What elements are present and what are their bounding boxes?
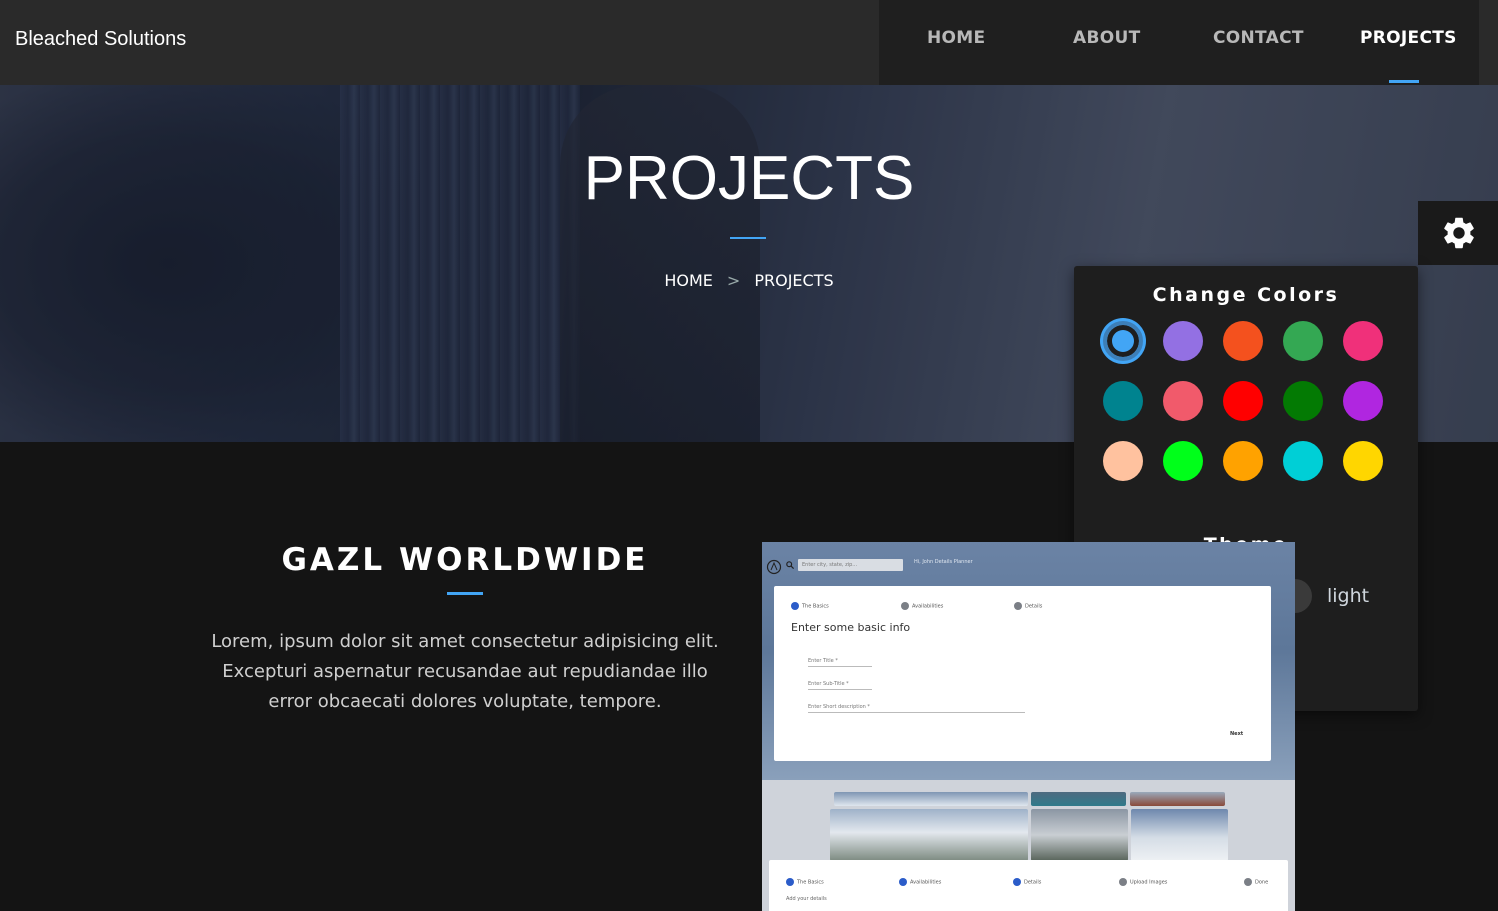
screenshot-step: Details (1014, 602, 1042, 610)
search-icon (786, 561, 794, 569)
color-swatch-purple[interactable] (1163, 321, 1203, 361)
screenshot-search-input: Enter city, state, zip... (798, 559, 903, 571)
screenshot-step: Availabilities (899, 878, 941, 886)
mountain-thumbnail (834, 792, 1028, 806)
color-swatch-orange[interactable] (1223, 441, 1263, 481)
color-swatch-dark-green[interactable] (1283, 381, 1323, 421)
logo-icon (766, 559, 782, 575)
change-colors-title: Change Colors (1152, 284, 1340, 306)
screenshot-form-card: The Basics Availabilities Details Enter … (774, 586, 1271, 761)
project-title-underline (447, 592, 483, 595)
screenshot-form-heading: Enter some basic info (791, 621, 911, 634)
project-screenshot[interactable]: Enter city, state, zip... Hi, John Detai… (762, 542, 1295, 911)
light-theme-label: light (1327, 585, 1370, 607)
project-description: Lorem, ipsum dolor sit amet consectetur … (211, 631, 719, 712)
nav-item-about[interactable]: ABOUT (1073, 28, 1140, 48)
active-nav-indicator (1389, 80, 1419, 83)
screenshot-step: The Basics (786, 878, 824, 886)
color-swatch-lime[interactable] (1163, 441, 1203, 481)
breadcrumb-separator: > (726, 271, 741, 290)
top-navbar: Bleached Solutions HOME ABOUT CONTACT PR… (0, 0, 1498, 85)
color-swatch-teal[interactable] (1103, 381, 1143, 421)
screenshot-field: Enter Sub-Title * (808, 681, 872, 690)
color-swatch-green[interactable] (1283, 321, 1323, 361)
screenshot-next-button: Next (1230, 731, 1244, 737)
color-swatch-cyan[interactable] (1283, 441, 1323, 481)
nav-item-home[interactable]: HOME (927, 28, 985, 48)
snowy-trees-thumbnail (1131, 809, 1228, 861)
color-swatch-light-red[interactable] (1163, 381, 1203, 421)
screenshot-step: The Basics (791, 602, 829, 610)
nav-item-projects[interactable]: PROJECTS (1360, 28, 1457, 48)
settings-toggle-button[interactable] (1418, 201, 1498, 265)
screenshot-field: Enter Title * (808, 658, 872, 667)
color-swatch-peach[interactable] (1103, 441, 1143, 481)
screenshot-header-area: Enter city, state, zip... Hi, John Detai… (762, 542, 1295, 780)
title-underline (730, 237, 766, 239)
project-title: GAZL WORLDWIDE (281, 542, 649, 578)
color-swatch-blue[interactable] (1103, 321, 1143, 361)
ski-slope-thumbnail (1031, 809, 1128, 861)
color-swatch-red[interactable] (1223, 381, 1263, 421)
snowy-peaks-thumbnail (830, 809, 1028, 861)
breadcrumb-projects: PROJECTS (754, 271, 834, 290)
screenshot-step: Details (1013, 878, 1041, 886)
screenshot-field: Enter Short description * (808, 704, 1025, 713)
lake-thumbnail (1031, 792, 1126, 806)
page-title: PROJECTS (583, 144, 915, 213)
main-nav: HOME ABOUT CONTACT PROJECTS (879, 0, 1479, 85)
screenshot-step: Done (1244, 878, 1268, 886)
screenshot-details-label: Add your details (786, 896, 827, 902)
screenshot-user-label: Hi, John Details Planner (914, 559, 973, 565)
color-swatch-yellow[interactable] (1343, 441, 1383, 481)
breadcrumb-home[interactable]: HOME (664, 271, 713, 290)
color-swatch-violet[interactable] (1343, 381, 1383, 421)
screenshot-step: Availabilities (901, 602, 943, 610)
nav-item-contact[interactable]: CONTACT (1213, 28, 1304, 48)
canyon-thumbnail (1130, 792, 1225, 806)
color-swatch-pink[interactable] (1343, 321, 1383, 361)
brand-name[interactable]: Bleached Solutions (15, 28, 186, 51)
screenshot-form-card-2: The Basics Availabilities Details Upload… (769, 860, 1288, 911)
gear-icon (1444, 217, 1474, 249)
screenshot-step: Upload Images (1119, 878, 1167, 886)
color-swatch-deep-orange[interactable] (1223, 321, 1263, 361)
